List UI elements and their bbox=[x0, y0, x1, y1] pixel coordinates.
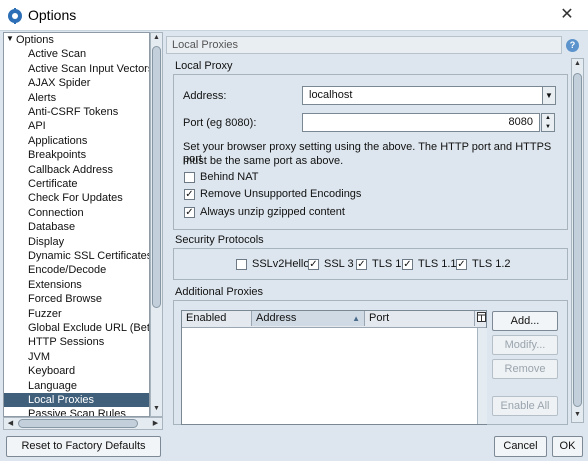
tree-item-alerts[interactable]: Alerts bbox=[28, 91, 56, 105]
panel-header: Local Proxies bbox=[166, 36, 562, 54]
proxies-table[interactable]: Enabled Address ▲ Port bbox=[181, 310, 487, 425]
modify-button[interactable]: Modify... bbox=[492, 335, 558, 355]
remove-encodings-label: Remove Unsupported Encodings bbox=[200, 188, 362, 200]
tree-item-breakpoints[interactable]: Breakpoints bbox=[28, 148, 86, 162]
tls11-checkbox[interactable]: ✓ bbox=[402, 259, 413, 270]
reset-defaults-button[interactable]: Reset to Factory Defaults bbox=[6, 436, 161, 457]
sort-ascending-icon: ▲ bbox=[352, 314, 360, 323]
behind-nat-checkbox[interactable] bbox=[184, 172, 195, 183]
unzip-checkbox[interactable]: ✓ bbox=[184, 207, 195, 218]
spin-down-icon[interactable]: ▼ bbox=[542, 123, 554, 131]
panel-title: Local Proxies bbox=[172, 39, 239, 51]
scroll-left-icon[interactable]: ◀ bbox=[5, 419, 16, 427]
unzip-label: Always unzip gzipped content bbox=[200, 206, 345, 218]
scroll-thumb[interactable] bbox=[152, 46, 161, 308]
tree-item-local-proxies[interactable]: Local Proxies bbox=[4, 393, 149, 407]
tls1-label: TLS 1 bbox=[372, 258, 402, 270]
app-icon bbox=[7, 8, 23, 24]
ssl3-label: SSL 3 bbox=[324, 258, 354, 270]
port-label: Port (eg 8080): bbox=[183, 117, 257, 129]
scroll-down-icon[interactable]: ▼ bbox=[151, 405, 162, 412]
additional-proxies-title: Additional Proxies bbox=[175, 286, 264, 298]
scroll-up-icon[interactable]: ▲ bbox=[151, 34, 162, 41]
ok-button[interactable]: OK bbox=[552, 436, 583, 457]
proxy-note-line-2: must be the same port as above. bbox=[183, 155, 344, 167]
tls12-label: TLS 1.2 bbox=[472, 258, 511, 270]
window-title: Options bbox=[28, 7, 77, 23]
column-address[interactable]: Address ▲ bbox=[252, 311, 365, 326]
security-protocols-title: Security Protocols bbox=[175, 234, 264, 246]
tree-item-display[interactable]: Display bbox=[28, 235, 64, 249]
address-combobox[interactable]: localhost bbox=[302, 86, 556, 105]
sslv2hello-label: SSLv2Hello bbox=[252, 258, 310, 270]
port-input[interactable]: 8080 bbox=[302, 113, 540, 132]
column-enabled[interactable]: Enabled bbox=[182, 311, 252, 326]
tree-item-check-for-updates[interactable]: Check For Updates bbox=[28, 191, 123, 205]
tree-item-keyboard[interactable]: Keyboard bbox=[28, 364, 75, 378]
close-icon[interactable]: ✕ bbox=[552, 4, 582, 26]
table-header: Enabled Address ▲ Port bbox=[182, 311, 486, 328]
tree-item-encode-decode[interactable]: Encode/Decode bbox=[28, 263, 106, 277]
panel-vertical-scrollbar[interactable]: ▲ ▼ bbox=[571, 58, 584, 423]
tree-horizontal-scrollbar[interactable]: ◀ ▶ bbox=[3, 417, 163, 430]
help-icon[interactable]: ? bbox=[566, 39, 579, 52]
tree-vertical-scrollbar[interactable]: ▲ ▼ bbox=[150, 32, 163, 417]
local-proxy-title: Local Proxy bbox=[175, 60, 233, 72]
tree-item-certificate[interactable]: Certificate bbox=[28, 177, 78, 191]
tree-item-active-scan[interactable]: Active Scan bbox=[28, 47, 86, 61]
panel-scroll-down-icon[interactable]: ▼ bbox=[572, 411, 583, 418]
scroll-right-icon[interactable]: ▶ bbox=[150, 419, 161, 427]
tree-item-active-scan-input-vectors[interactable]: Active Scan Input Vectors bbox=[28, 62, 149, 76]
tree-item-passive-scan-rules[interactable]: Passive Scan Rules bbox=[28, 407, 126, 416]
tree-root-options[interactable]: Options bbox=[16, 33, 54, 47]
panel-scroll-up-icon[interactable]: ▲ bbox=[572, 60, 583, 67]
tree-item-global-exclude-url-beta[interactable]: Global Exclude URL (Beta) bbox=[28, 321, 149, 335]
remove-encodings-checkbox[interactable]: ✓ bbox=[184, 189, 195, 200]
column-chooser-icon[interactable] bbox=[476, 312, 486, 325]
spin-up-icon[interactable]: ▲ bbox=[542, 114, 554, 122]
tls12-checkbox[interactable]: ✓ bbox=[456, 259, 467, 270]
tree-item-jvm[interactable]: JVM bbox=[28, 350, 50, 364]
tree-item-callback-address[interactable]: Callback Address bbox=[28, 163, 113, 177]
scroll-thumb-horizontal[interactable] bbox=[18, 419, 138, 428]
tree-item-ajax-spider[interactable]: AJAX Spider bbox=[28, 76, 90, 90]
port-value: 8080 bbox=[508, 116, 533, 128]
tree-item-database[interactable]: Database bbox=[28, 220, 75, 234]
ssl3-checkbox[interactable]: ✓ bbox=[308, 259, 319, 270]
tree-item-extensions[interactable]: Extensions bbox=[28, 278, 82, 292]
port-spinner[interactable]: ▲ ▼ bbox=[541, 113, 555, 132]
tls1-checkbox[interactable]: ✓ bbox=[356, 259, 367, 270]
tree-item-language[interactable]: Language bbox=[28, 379, 77, 393]
tls11-label: TLS 1.1 bbox=[418, 258, 457, 270]
expand-toggle-icon[interactable]: ▼ bbox=[6, 34, 14, 43]
remove-button[interactable]: Remove bbox=[492, 359, 558, 379]
tree-item-forced-browse[interactable]: Forced Browse bbox=[28, 292, 102, 306]
title-bar bbox=[0, 0, 588, 31]
column-address-label: Address bbox=[256, 312, 297, 324]
tree-item-api[interactable]: API bbox=[28, 119, 46, 133]
tree-item-http-sessions[interactable]: HTTP Sessions bbox=[28, 335, 104, 349]
behind-nat-label: Behind NAT bbox=[200, 171, 259, 183]
tree-item-anti-csrf-tokens[interactable]: Anti-CSRF Tokens bbox=[28, 105, 118, 119]
address-dropdown-icon[interactable]: ▼ bbox=[542, 87, 555, 104]
options-tree[interactable]: ▼ Options Active Scan Active Scan Input V… bbox=[3, 32, 150, 417]
panel-scroll-thumb[interactable] bbox=[573, 73, 582, 407]
tree-item-applications[interactable]: Applications bbox=[28, 134, 87, 148]
tree-item-connection[interactable]: Connection bbox=[28, 206, 84, 220]
sslv2hello-checkbox[interactable] bbox=[236, 259, 247, 270]
address-value: localhost bbox=[309, 89, 353, 101]
add-button[interactable]: Add... bbox=[492, 311, 558, 331]
tree-item-dynamic-ssl-certificates[interactable]: Dynamic SSL Certificates bbox=[28, 249, 149, 263]
address-label: Address: bbox=[183, 90, 227, 102]
table-scrollbar[interactable] bbox=[477, 328, 487, 424]
cancel-button[interactable]: Cancel bbox=[494, 436, 547, 457]
tree-item-fuzzer[interactable]: Fuzzer bbox=[28, 307, 62, 321]
column-port[interactable]: Port bbox=[365, 311, 475, 326]
enable-all-button[interactable]: Enable All bbox=[492, 396, 558, 416]
